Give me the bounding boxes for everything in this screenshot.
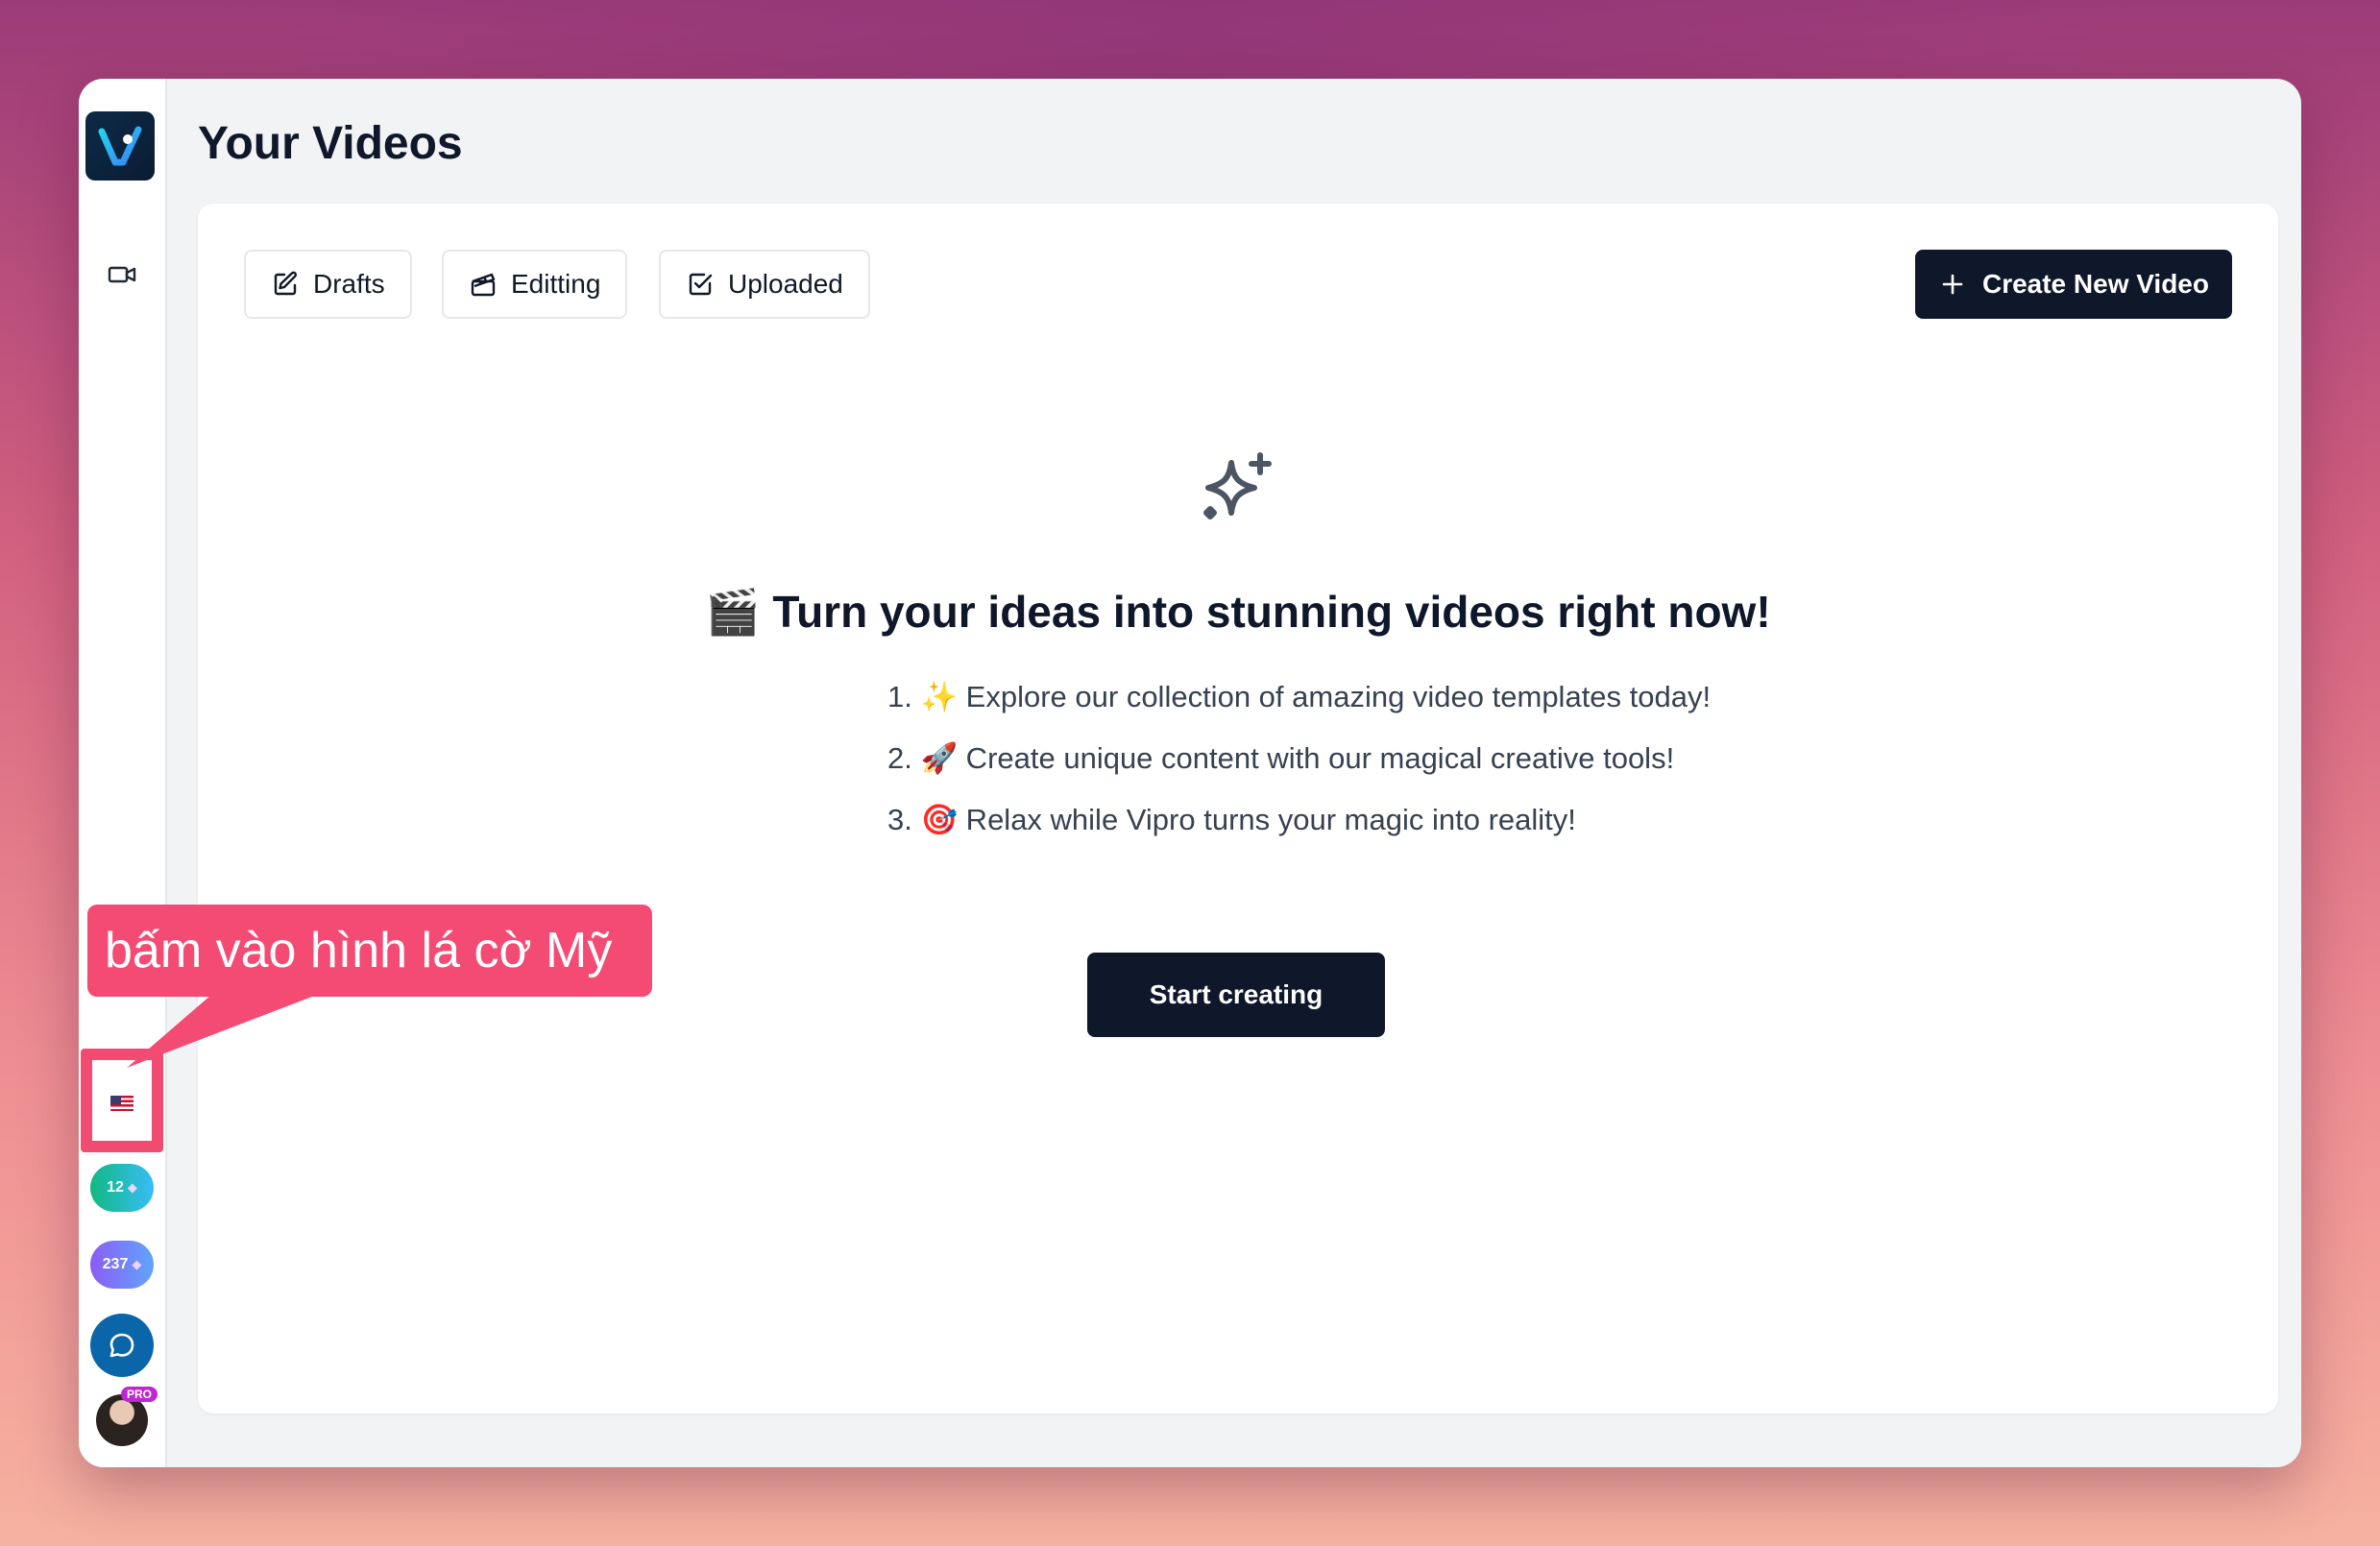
tab-label: Uploaded xyxy=(728,269,843,299)
credit-value: 237 xyxy=(102,1256,129,1272)
chat-bubble-icon xyxy=(109,1333,134,1358)
sparkles-icon xyxy=(1191,442,1283,539)
credit-value: 12 xyxy=(107,1179,124,1196)
video-camera-icon[interactable] xyxy=(103,255,141,294)
page-title: Your Videos xyxy=(198,118,463,169)
annotation-callout: bấm vào hình lá cờ Mỹ xyxy=(87,905,652,997)
sidebar: 12 ◆ 237 ◆ PRO xyxy=(79,79,167,1467)
list-item: 3. 🎯 Relax while Vipro turns your magic … xyxy=(887,803,1576,836)
avatar[interactable] xyxy=(96,1394,148,1446)
vipro-logo-icon[interactable] xyxy=(85,111,155,181)
tab-label: Drafts xyxy=(313,269,385,299)
credit-badge-green[interactable]: 12 ◆ xyxy=(90,1164,154,1212)
edit-icon xyxy=(274,271,297,296)
app-window: 12 ◆ 237 ◆ PRO Your Videos Drafts Editti… xyxy=(79,79,2301,1467)
videos-card: Drafts Editting Uploaded Create New Vide… xyxy=(198,204,2278,1413)
tab-uploaded[interactable]: Uploaded xyxy=(659,250,870,319)
tab-editting[interactable]: Editting xyxy=(442,250,628,319)
start-creating-button[interactable]: Start creating xyxy=(1087,953,1385,1037)
create-new-video-button[interactable]: Create New Video xyxy=(1914,250,2232,319)
empty-state-headline: 🎬 Turn your ideas into stunning videos r… xyxy=(705,587,1771,637)
callout-pointer xyxy=(127,995,317,1068)
plus-icon xyxy=(1942,274,1963,295)
list-item: 2. 🚀 Create unique content with our magi… xyxy=(887,741,1675,775)
tab-label: Editting xyxy=(511,269,601,299)
pro-badge: PRO xyxy=(121,1387,158,1402)
steps-list: 1. ✨ Explore our collection of amazing v… xyxy=(887,666,1711,851)
chat-button[interactable] xyxy=(90,1314,154,1377)
clapperboard-icon xyxy=(471,273,496,297)
tab-drafts[interactable]: Drafts xyxy=(244,250,412,319)
credit-badge-purple[interactable]: 237 ◆ xyxy=(90,1241,154,1289)
check-square-icon xyxy=(689,273,713,296)
gem-icon: ◆ xyxy=(132,1257,142,1271)
gem-icon: ◆ xyxy=(127,1180,137,1195)
language-flag-button[interactable] xyxy=(88,1070,156,1137)
create-button-label: Create New Video xyxy=(1981,269,2209,299)
list-item: 1. ✨ Explore our collection of amazing v… xyxy=(887,680,1712,713)
us-flag-icon xyxy=(110,1096,134,1111)
